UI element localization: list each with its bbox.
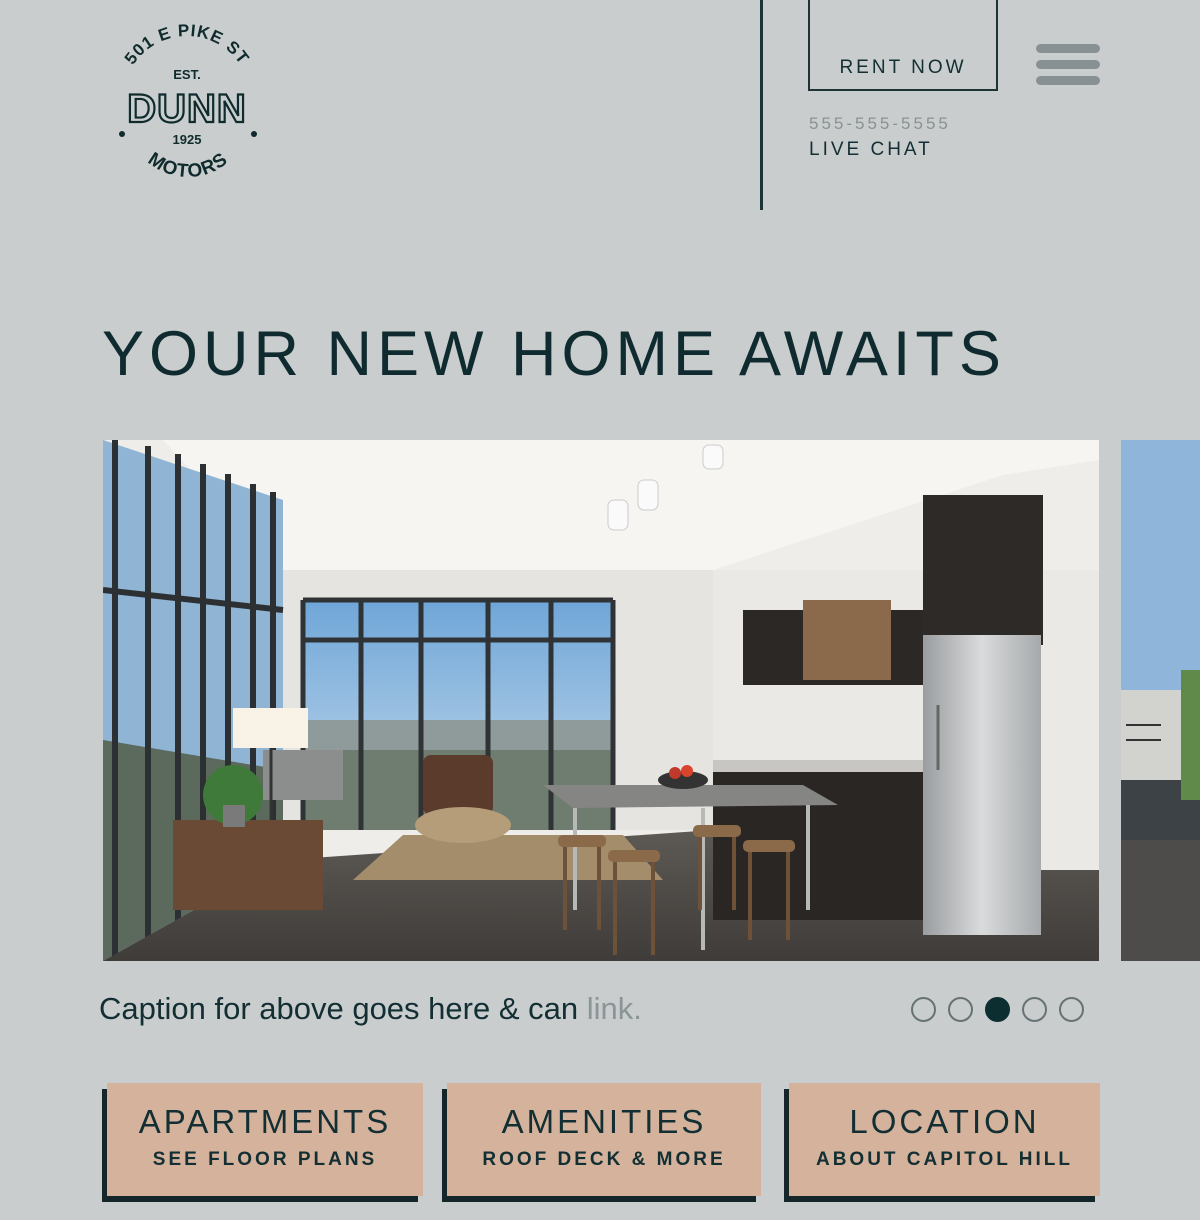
caption-link[interactable]: link. (587, 991, 642, 1026)
slider-pagination (911, 997, 1084, 1022)
phone-number[interactable]: 555-555-5555 (809, 114, 951, 134)
slide-dot-2[interactable] (948, 997, 973, 1022)
rent-now-label: RENT NOW (839, 57, 967, 78)
slide-caption: Caption for above goes here & can link. (99, 991, 642, 1027)
page-headline: YOUR NEW HOME AWAITS (102, 319, 1006, 389)
amenities-card[interactable]: AMENITIES ROOF DECK & MORE (447, 1083, 761, 1196)
slide-dot-3[interactable] (985, 997, 1010, 1022)
header-divider (760, 0, 763, 210)
amenities-subtitle: ROOF DECK & MORE (482, 1149, 726, 1170)
caption-text: Caption for above goes here & can (99, 991, 587, 1026)
apartments-title: APARTMENTS (138, 1103, 392, 1140)
live-chat-link[interactable]: LIVE CHAT (809, 139, 933, 161)
logo-est: EST. (173, 67, 200, 82)
logo-top-arc: 501 E PIKE ST (121, 22, 252, 68)
location-subtitle: ABOUT CAPITOL HILL (815, 1149, 1074, 1170)
amenities-title: AMENITIES (501, 1103, 707, 1140)
rent-now-button[interactable]: RENT NOW (808, 0, 998, 91)
slide-dot-5[interactable] (1059, 997, 1084, 1022)
location-card[interactable]: LOCATION ABOUT CAPITOL HILL (789, 1083, 1100, 1196)
logo-year: 1925 (173, 132, 202, 147)
apartments-card[interactable]: APARTMENTS SEE FLOOR PLANS (107, 1083, 423, 1196)
hamburger-menu-icon[interactable] (1036, 44, 1100, 92)
dunn-motors-logo[interactable]: 501 E PIKE ST EST. DUNN 1925 MOTORS (95, 22, 280, 192)
svg-text:MOTORS: MOTORS (144, 149, 232, 183)
hero-slide-image[interactable] (103, 440, 1099, 961)
svg-text:501 E PIKE ST: 501 E PIKE ST (121, 22, 253, 68)
logo-bottom-arc: MOTORS (144, 149, 231, 183)
apartments-subtitle: SEE FLOOR PLANS (152, 1149, 378, 1170)
slide-dot-4[interactable] (1022, 997, 1047, 1022)
next-slide-preview[interactable] (1121, 440, 1200, 961)
location-title: LOCATION (849, 1103, 1040, 1140)
logo-name: DUNN (127, 87, 247, 131)
slide-dot-1[interactable] (911, 997, 936, 1022)
